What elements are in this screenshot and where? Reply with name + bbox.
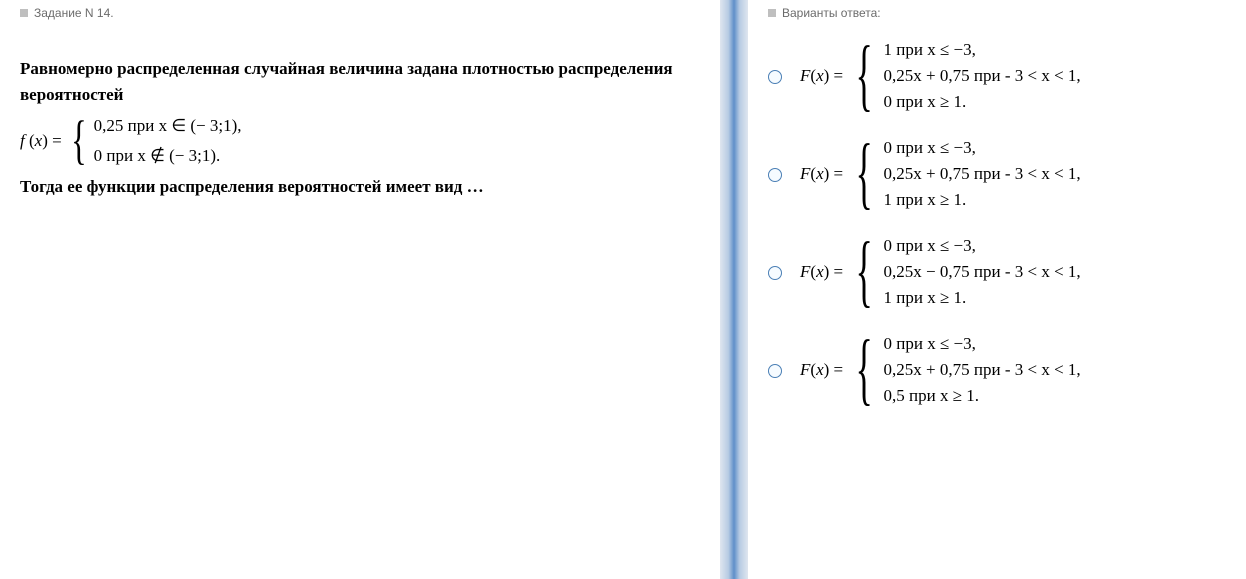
answer-option-2[interactable]: F(x) = { 0 при x ≤ −3, 0,25x + 0,75 при … <box>768 138 1236 210</box>
question-panel: Задание N 14. Равномерно распределенная … <box>0 0 720 579</box>
answer-line: 0 при x ≤ −3, <box>884 334 1081 354</box>
problem-intro: Равномерно распределенная случайная вели… <box>20 56 700 107</box>
density-cases: 0,25 при x ∈ (− 3;1), 0 при x ∉ (− 3;1). <box>94 113 242 168</box>
answer-line: 0,5 при x ≥ 1. <box>884 386 1081 406</box>
radio-icon[interactable] <box>768 266 782 280</box>
density-case-2: 0 при x ∉ (− 3;1). <box>94 143 242 169</box>
answer-line: 0 при x ≥ 1. <box>884 92 1081 112</box>
answer-line: 0 при x ≤ −3, <box>884 236 1081 256</box>
page: Задание N 14. Равномерно распределенная … <box>0 0 1246 579</box>
problem-text: Равномерно распределенная случайная вели… <box>20 56 700 200</box>
answer-option-4[interactable]: F(x) = { 0 при x ≤ −3, 0,25x + 0,75 при … <box>768 334 1236 406</box>
left-brace-icon: { <box>856 145 873 203</box>
bullet-icon <box>768 9 776 17</box>
answers-panel: Варианты ответа: F(x) = { 1 при x ≤ −3, … <box>748 0 1246 579</box>
answer-option-3[interactable]: F(x) = { 0 при x ≤ −3, 0,25x − 0,75 при … <box>768 236 1236 308</box>
answers-header: Варианты ответа: <box>768 6 1236 20</box>
bullet-icon <box>20 9 28 17</box>
answers-list: F(x) = { 1 при x ≤ −3, 0,25x + 0,75 при … <box>768 40 1236 406</box>
answer-formula: F(x) = { 0 при x ≤ −3, 0,25x − 0,75 при … <box>800 236 1081 308</box>
radio-icon[interactable] <box>768 168 782 182</box>
answer-formula: F(x) = { 0 при x ≤ −3, 0,25x + 0,75 при … <box>800 138 1081 210</box>
answer-line: 0 при x ≤ −3, <box>884 138 1081 158</box>
fx-lhs: f (x) = <box>20 128 62 154</box>
answer-line: 0,25x + 0,75 при - 3 < x < 1, <box>884 164 1081 184</box>
answer-option-1[interactable]: F(x) = { 1 при x ≤ −3, 0,25x + 0,75 при … <box>768 40 1236 112</box>
answer-line: 0,25x − 0,75 при - 3 < x < 1, <box>884 262 1081 282</box>
question-header: Задание N 14. <box>20 6 700 20</box>
radio-icon[interactable] <box>768 364 782 378</box>
density-formula: f (x) = { 0,25 при x ∈ (− 3;1), 0 при x … <box>20 113 700 168</box>
answer-line: 1 при x ≥ 1. <box>884 288 1081 308</box>
question-header-text: Задание N 14. <box>34 6 114 20</box>
answer-line: 1 при x ≥ 1. <box>884 190 1081 210</box>
left-brace-icon: { <box>856 243 873 301</box>
answer-formula: F(x) = { 1 при x ≤ −3, 0,25x + 0,75 при … <box>800 40 1081 112</box>
vertical-divider <box>720 0 748 579</box>
problem-question: Тогда ее функции распределения вероятнос… <box>20 174 700 200</box>
density-case-1: 0,25 при x ∈ (− 3;1), <box>94 113 242 139</box>
answer-line: 0,25x + 0,75 при - 3 < x < 1, <box>884 360 1081 380</box>
answer-line: 0,25x + 0,75 при - 3 < x < 1, <box>884 66 1081 86</box>
answer-line: 1 при x ≤ −3, <box>884 40 1081 60</box>
left-brace-icon: { <box>71 119 87 162</box>
left-brace-icon: { <box>856 341 873 399</box>
answers-header-text: Варианты ответа: <box>782 6 881 20</box>
radio-icon[interactable] <box>768 70 782 84</box>
answer-formula: F(x) = { 0 при x ≤ −3, 0,25x + 0,75 при … <box>800 334 1081 406</box>
left-brace-icon: { <box>856 47 873 105</box>
